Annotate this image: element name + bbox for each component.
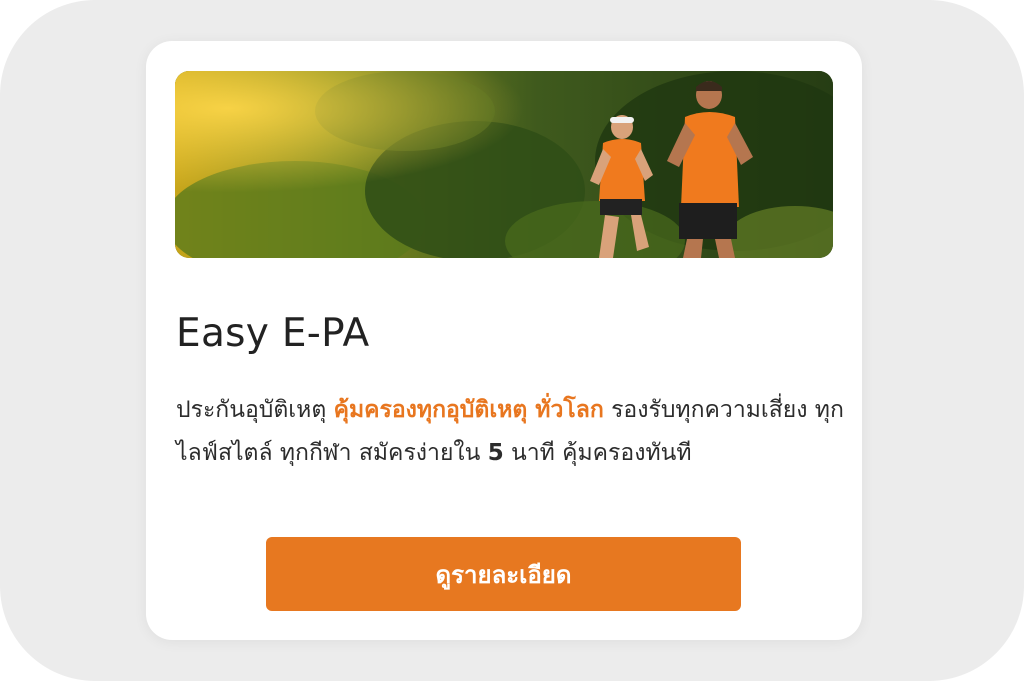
description-highlight: คุ้มครองทุกอุบัติเหตุ ทั่วโลก xyxy=(333,397,604,423)
description-text-3: นาที คุ้มครองทันที xyxy=(503,440,692,466)
product-card: Easy E-PA ประกันอุบัติเหตุ คุ้มครองทุกอุ… xyxy=(146,41,862,640)
view-details-button[interactable]: ดูรายละเอียด xyxy=(266,537,741,611)
hero-image xyxy=(175,71,833,258)
description-number: 5 xyxy=(487,440,504,466)
page-background: Easy E-PA ประกันอุบัติเหตุ คุ้มครองทุกอุ… xyxy=(0,0,1024,681)
description-text-1: ประกันอุบัติเหตุ xyxy=(176,397,334,423)
card-title: Easy E-PA xyxy=(176,311,370,356)
card-description: ประกันอุบัติเหตุ คุ้มครองทุกอุบัติเหตุ ท… xyxy=(176,389,846,475)
